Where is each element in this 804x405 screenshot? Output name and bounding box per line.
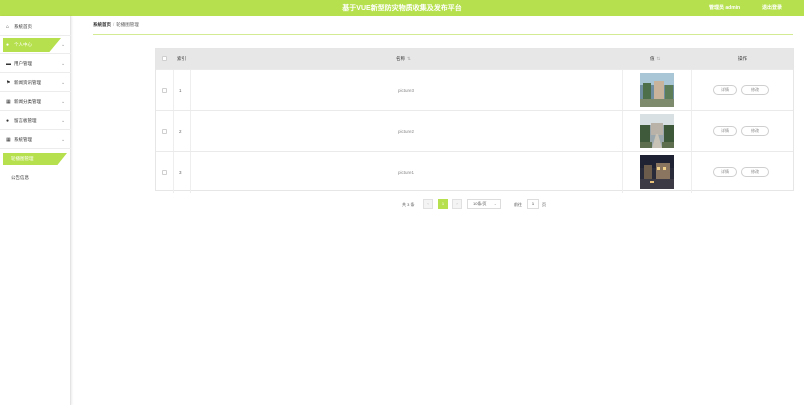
breadcrumb-separator: / <box>113 22 115 27</box>
chevron-down-icon: ⌄ <box>61 80 66 86</box>
row-name: picture2 <box>398 129 415 134</box>
cell-divider <box>691 70 692 111</box>
table-row: 2 picture2 详情 修改 <box>156 110 793 152</box>
id-card-icon: ▬ <box>6 61 11 67</box>
select-all-checkbox[interactable] <box>162 56 167 61</box>
detail-button[interactable]: 详情 <box>713 167 737 177</box>
pagination-total: 共 3 条 <box>402 202 415 207</box>
edit-button[interactable]: 修改 <box>741 167 769 177</box>
breadcrumb: 系统首页 / 轮播图管理 <box>93 22 139 28</box>
sidebar-item-profile[interactable]: ● 个人中心 ⌄ <box>0 36 71 54</box>
sidebar-item-label: 系统首页 <box>14 24 32 29</box>
row-name: picture3 <box>398 88 415 93</box>
row-index: 3 <box>179 170 182 175</box>
cell-divider <box>691 111 692 152</box>
photo-thumbnail-icon[interactable] <box>640 73 674 107</box>
sidebar-item-label: 系统管理 <box>14 137 32 142</box>
row-name: picture1 <box>398 170 415 175</box>
grid-icon: ▦ <box>6 99 11 105</box>
grid-icon: ▦ <box>6 137 11 143</box>
sidebar-subitem-carousel[interactable]: 轮播图管理 <box>0 151 71 167</box>
sidebar-item-label: 个人中心 <box>14 42 32 47</box>
pagination-goto-label: 前往 <box>514 202 522 207</box>
table-header: 索引 名称 ⇅ 值 ⇅ 操作 <box>156 49 793 69</box>
edit-button[interactable]: 修改 <box>741 126 769 136</box>
column-header-index: 索引 <box>177 56 186 61</box>
row-checkbox[interactable] <box>162 170 167 175</box>
cell-divider <box>173 70 174 111</box>
photo-thumbnail-icon[interactable] <box>640 114 674 148</box>
pagination-next-button[interactable]: › <box>452 199 462 209</box>
user-icon: ● <box>6 118 10 124</box>
sidebar-item-label: 留言板管理 <box>14 118 37 123</box>
column-header-name[interactable]: 名称 ⇅ <box>396 56 411 62</box>
sidebar-subitem-notice[interactable]: 公告信息 <box>0 170 71 186</box>
data-table: 索引 名称 ⇅ 值 ⇅ 操作 1 picture3 详情 修改 2 picture2 <box>155 48 794 193</box>
user-icon: ● <box>6 42 10 48</box>
pagination-page-current[interactable]: 1 <box>438 199 448 209</box>
sidebar-item-label: 新闻资讯管理 <box>14 80 41 85</box>
breadcrumb-home[interactable]: 系统首页 <box>93 22 111 27</box>
sort-icon: ⇅ <box>407 56 411 61</box>
cell-divider <box>622 111 623 152</box>
column-header-image-label: 值 <box>650 56 655 61</box>
cell-divider <box>173 111 174 152</box>
pagination-goto-input[interactable]: 1 <box>527 199 539 209</box>
chevron-down-icon: ⌄ <box>61 137 66 143</box>
chevron-down-icon: ⌄ <box>61 118 66 124</box>
row-checkbox[interactable] <box>162 88 167 93</box>
photo-thumbnail-icon[interactable] <box>640 155 674 189</box>
home-icon: ⌂ <box>6 24 10 30</box>
column-header-actions: 操作 <box>738 56 747 61</box>
breadcrumb-divider <box>93 34 793 35</box>
sidebar: ⌂ 系统首页 ● 个人中心 ⌄ ▬ 用户管理 ⌄ ⚑ 新闻资讯管理 ⌄ ▦ 新闻… <box>0 16 71 405</box>
detail-button[interactable]: 详情 <box>713 85 737 95</box>
edit-button[interactable]: 修改 <box>741 85 769 95</box>
sidebar-item-system[interactable]: ▦ 系统管理 ⌄ <box>0 131 71 149</box>
sidebar-item-news-category[interactable]: ▦ 新闻分类管理 ⌄ <box>0 93 71 111</box>
pagination-prev-button[interactable]: ‹ <box>423 199 433 209</box>
sidebar-item-users[interactable]: ▬ 用户管理 ⌄ <box>0 55 71 73</box>
top-header: 基于VUE新型防灾物质收集及发布平台 管理员 admin 退出登录 <box>0 0 804 16</box>
sort-icon: ⇅ <box>656 56 661 61</box>
chevron-down-icon: ⌄ <box>61 61 66 67</box>
app-title: 基于VUE新型防灾物质收集及发布平台 <box>342 5 462 12</box>
column-header-image[interactable]: 值 ⇅ <box>650 56 660 62</box>
logout-button[interactable]: 退出登录 <box>762 4 782 11</box>
row-index: 2 <box>179 129 182 134</box>
sidebar-item-messages[interactable]: ● 留言板管理 ⌄ <box>0 112 71 130</box>
sidebar-item-home[interactable]: ⌂ 系统首页 <box>0 18 71 36</box>
cell-divider <box>622 152 623 193</box>
row-index: 1 <box>179 88 182 93</box>
cell-divider <box>190 152 191 193</box>
detail-button[interactable]: 详情 <box>713 126 737 136</box>
sidebar-item-label: 用户管理 <box>14 61 32 66</box>
page-size-select[interactable]: 10条/页 ⌄ <box>467 199 501 209</box>
sidebar-item-label: 新闻分类管理 <box>14 99 41 104</box>
cell-divider <box>190 111 191 152</box>
cell-divider <box>622 70 623 111</box>
row-checkbox[interactable] <box>162 129 167 134</box>
chevron-down-icon: ⌄ <box>61 99 66 105</box>
sidebar-subitem-label: 轮播图管理 <box>11 156 34 161</box>
cell-divider <box>173 152 174 193</box>
table-row: 3 picture1 详情 修改 <box>156 151 793 193</box>
pagination-goto-unit: 页 <box>542 202 546 207</box>
sidebar-subitem-label: 公告信息 <box>11 175 29 180</box>
table-row: 1 picture3 详情 修改 <box>156 69 793 111</box>
breadcrumb-current: 轮播图管理 <box>116 22 139 27</box>
cell-divider <box>691 152 692 193</box>
page-size-value: 10条/页 <box>473 201 487 206</box>
current-user: 管理员 admin <box>709 5 741 11</box>
chevron-down-icon: ⌄ <box>493 201 497 206</box>
chevron-down-icon: ⌄ <box>61 42 66 48</box>
cell-divider <box>190 70 191 111</box>
flag-icon: ⚑ <box>6 80 11 86</box>
column-header-name-label: 名称 <box>396 56 405 61</box>
sidebar-item-news[interactable]: ⚑ 新闻资讯管理 ⌄ <box>0 74 71 92</box>
